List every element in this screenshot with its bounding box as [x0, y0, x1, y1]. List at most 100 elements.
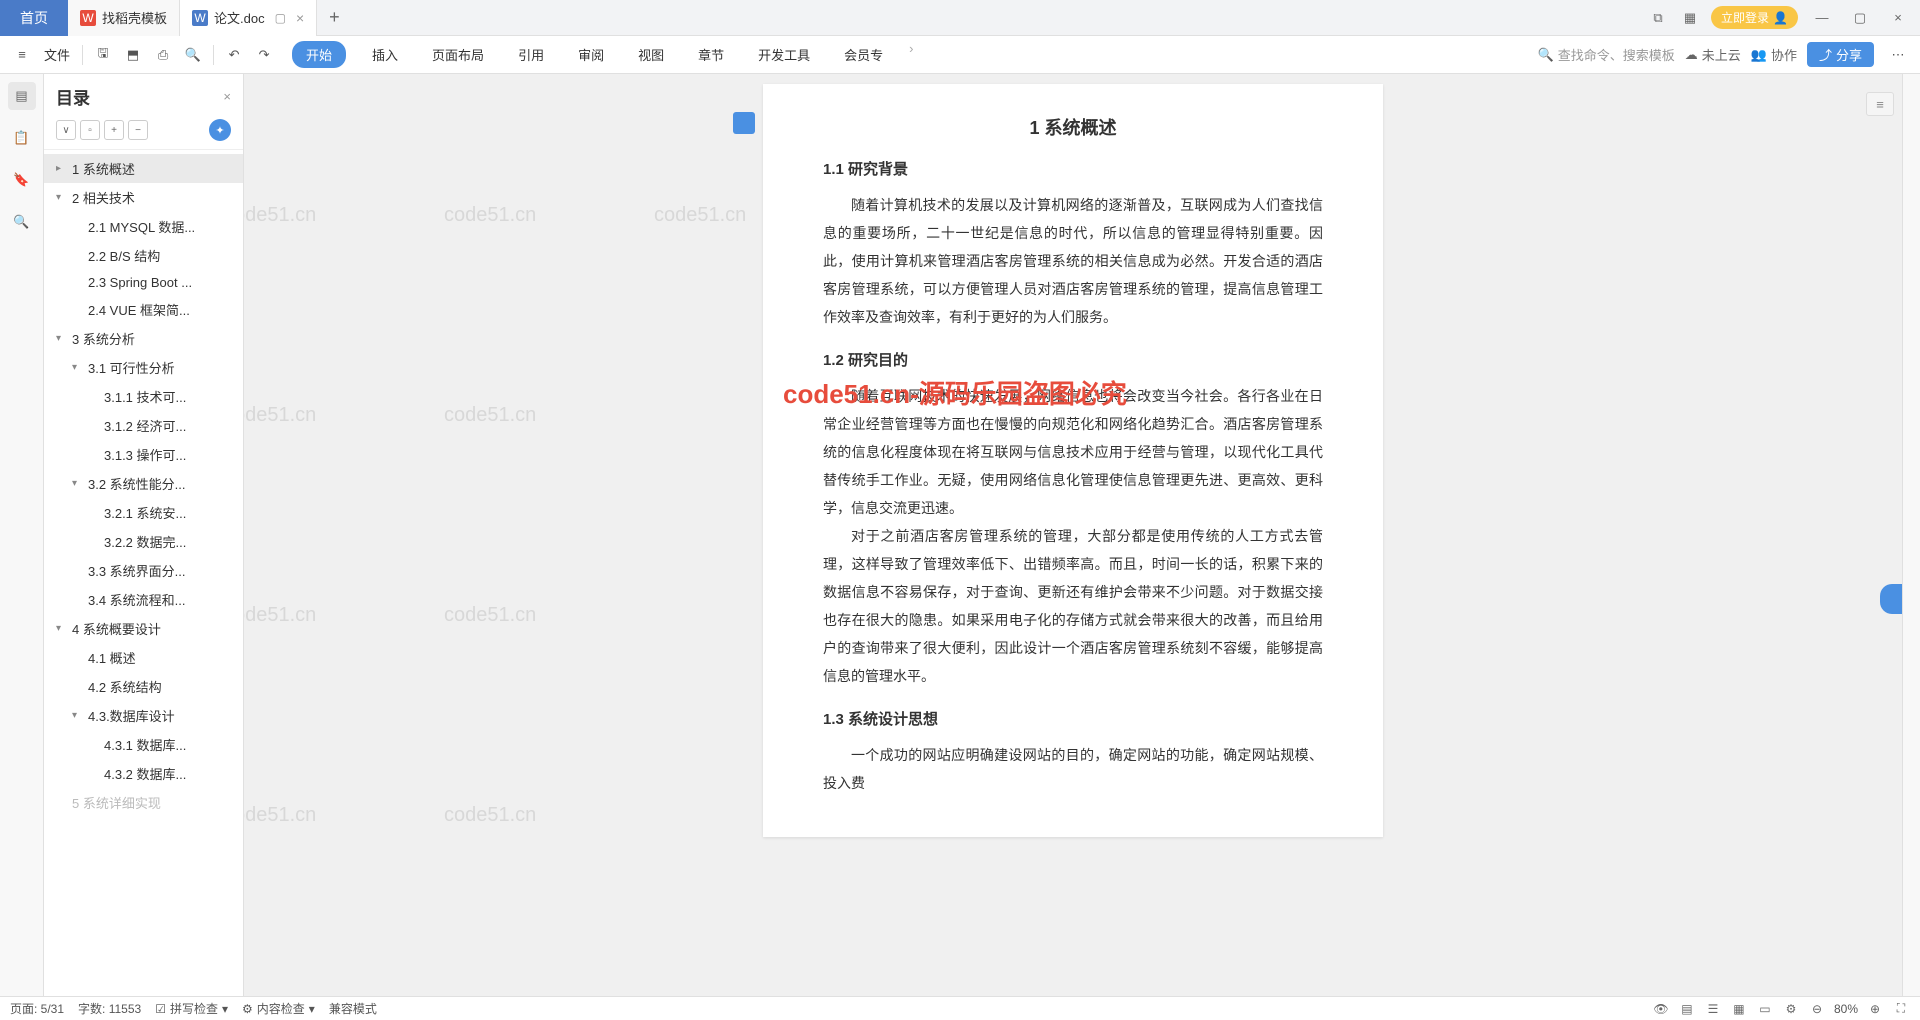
doc-tab-template[interactable]: W 找稻壳模板 [68, 0, 180, 36]
toc-item[interactable]: 3.2.1 系统安... [44, 498, 243, 527]
zoom-level[interactable]: 80% [1834, 1002, 1858, 1016]
layout-icon[interactable]: ⧉ [1647, 7, 1669, 29]
watermark: code51.cn [244, 204, 316, 227]
maximize-button[interactable]: ▢ [1846, 4, 1874, 32]
settings-icon[interactable]: ⚙ [1782, 1000, 1800, 1018]
undo-icon[interactable]: ↶ [220, 41, 248, 69]
tab-layout[interactable]: 页面布局 [424, 41, 492, 68]
document-area[interactable]: ≡ code51.cn code51.cn code51.cn code51.c… [244, 74, 1902, 996]
page-marker-icon[interactable] [733, 112, 755, 134]
toc-title: 目录 [56, 84, 90, 109]
zoom-in-icon[interactable]: ⊕ [1866, 1000, 1884, 1018]
tab-member[interactable]: 会员专 [836, 41, 891, 68]
preview-icon[interactable]: 🔍 [179, 41, 207, 69]
tab-window-icon[interactable]: ▢ [275, 11, 286, 25]
view-web-icon[interactable]: ▦ [1730, 1000, 1748, 1018]
file-menu[interactable]: 文件 [38, 41, 76, 68]
view-read-icon[interactable]: ▭ [1756, 1000, 1774, 1018]
toc-expand-btn[interactable]: + [104, 120, 124, 140]
toc-close-icon[interactable]: × [223, 89, 231, 104]
toc-item[interactable]: 2.1 MYSQL 数据... [44, 212, 243, 241]
toc-item[interactable]: 4.1 概述 [44, 643, 243, 672]
chevron-icon: ▾ [56, 333, 68, 344]
side-panel-toggle[interactable]: ≡ [1866, 92, 1894, 116]
ai-assistant-icon[interactable]: ✦ [209, 119, 231, 141]
cloud-status[interactable]: ☁ 未上云 [1685, 45, 1741, 64]
right-scrollbar[interactable] [1902, 74, 1920, 996]
toc-item-label: 3.1.1 技术可... [104, 387, 186, 406]
close-button[interactable]: × [1884, 4, 1912, 32]
toc-item[interactable]: 3.3 系统界面分... [44, 556, 243, 585]
word-count[interactable]: 字数: 11553 [78, 1000, 141, 1017]
toc-item[interactable]: 5 系统详细实现 [44, 788, 243, 817]
toc-item[interactable]: 2.4 VUE 框架简... [44, 295, 243, 324]
spell-check[interactable]: ☑拼写检查▾ [155, 1000, 228, 1017]
clipboard-icon[interactable]: 📋 [8, 124, 36, 152]
view-outline-icon[interactable]: ☰ [1704, 1000, 1722, 1018]
tab-view[interactable]: 视图 [630, 41, 672, 68]
compat-mode[interactable]: 兼容模式 [329, 1000, 377, 1017]
toc-item[interactable]: 4.3.1 数据库... [44, 730, 243, 759]
more-icon[interactable]: ⋯ [1884, 41, 1912, 69]
side-bubble[interactable] [1880, 584, 1902, 614]
zoom-out-icon[interactable]: ⊖ [1808, 1000, 1826, 1018]
toc-item-label: 3.1 可行性分析 [88, 358, 175, 377]
bookmark-icon[interactable]: 🔖 [8, 166, 36, 194]
tab-review[interactable]: 审阅 [570, 41, 612, 68]
apps-icon[interactable]: ▦ [1679, 7, 1701, 29]
export-icon[interactable]: ⬒ [119, 41, 147, 69]
tab-devtools[interactable]: 开发工具 [750, 41, 818, 68]
toc-item[interactable]: 4.3.2 数据库... [44, 759, 243, 788]
toc-item[interactable]: 3.4 系统流程和... [44, 585, 243, 614]
toc-item[interactable]: 4.2 系统结构 [44, 672, 243, 701]
toc-level-btn[interactable]: ▫ [80, 120, 100, 140]
toc-item[interactable]: ▾3.1 可行性分析 [44, 353, 243, 382]
page-indicator[interactable]: 页面: 5/31 [10, 1000, 64, 1017]
toc-shrink-btn[interactable]: − [128, 120, 148, 140]
toc-item[interactable]: 3.1.1 技术可... [44, 382, 243, 411]
tab-sections[interactable]: 章节 [690, 41, 732, 68]
status-bar: 页面: 5/31 字数: 11553 ☑拼写检查▾ ⚙内容检查▾ 兼容模式 👁 … [0, 996, 1920, 1020]
toc-item[interactable]: ▾3 系统分析 [44, 324, 243, 353]
content-check[interactable]: ⚙内容检查▾ [242, 1000, 315, 1017]
view-page-icon[interactable]: ▤ [1678, 1000, 1696, 1018]
left-rail: ▤ 📋 🔖 🔍 [0, 74, 44, 996]
login-button[interactable]: 立即登录 👤 [1711, 6, 1798, 29]
chevron-right-icon[interactable]: › [909, 41, 913, 68]
toc-item[interactable]: ▾4.3.数据库设计 [44, 701, 243, 730]
toc-item[interactable]: ▾2 相关技术 [44, 183, 243, 212]
toc-item[interactable]: 3.1.3 操作可... [44, 440, 243, 469]
collab-button[interactable]: 👥 协作 [1751, 45, 1797, 64]
doc-tab-active[interactable]: W 论文.doc ▢ × [180, 0, 317, 36]
minimize-button[interactable]: — [1808, 4, 1836, 32]
outline-icon[interactable]: ▤ [8, 82, 36, 110]
toc-item-label: 3.1.3 操作可... [104, 445, 186, 464]
toc-item-label: 2.1 MYSQL 数据... [88, 217, 195, 236]
toc-item[interactable]: ▾4 系统概要设计 [44, 614, 243, 643]
close-icon[interactable]: × [296, 10, 304, 26]
tab-start[interactable]: 开始 [292, 41, 346, 68]
command-search[interactable]: 🔍 查找命令、搜索模板 [1538, 45, 1675, 64]
toc-item[interactable]: 2.3 Spring Boot ... [44, 270, 243, 295]
toc-item-label: 5 系统详细实现 [72, 793, 161, 812]
menu-icon[interactable]: ≡ [8, 41, 36, 69]
redo-icon[interactable]: ↷ [250, 41, 278, 69]
toc-item[interactable]: 3.1.2 经济可... [44, 411, 243, 440]
print-icon[interactable]: ⎙ [149, 41, 177, 69]
toc-item[interactable]: 3.2.2 数据完... [44, 527, 243, 556]
add-tab-button[interactable]: + [317, 7, 352, 28]
toc-item[interactable]: ▸1 系统概述 [44, 154, 243, 183]
toc-collapse-all[interactable]: ∨ [56, 120, 76, 140]
fit-icon[interactable]: ⛶ [1892, 1000, 1910, 1018]
toc-item[interactable]: 2.2 B/S 结构 [44, 241, 243, 270]
share-button[interactable]: ⤴ 分享 [1807, 42, 1874, 67]
find-icon[interactable]: 🔍 [8, 208, 36, 236]
chevron-icon: ▾ [72, 478, 84, 489]
save-icon[interactable]: 🖫 [89, 41, 117, 69]
view-eye-icon[interactable]: 👁 [1652, 1000, 1670, 1018]
tab-references[interactable]: 引用 [510, 41, 552, 68]
toc-item[interactable]: ▾3.2 系统性能分... [44, 469, 243, 498]
tab-insert[interactable]: 插入 [364, 41, 406, 68]
home-tab[interactable]: 首页 [0, 0, 68, 36]
tab-label: 论文.doc [214, 8, 265, 27]
